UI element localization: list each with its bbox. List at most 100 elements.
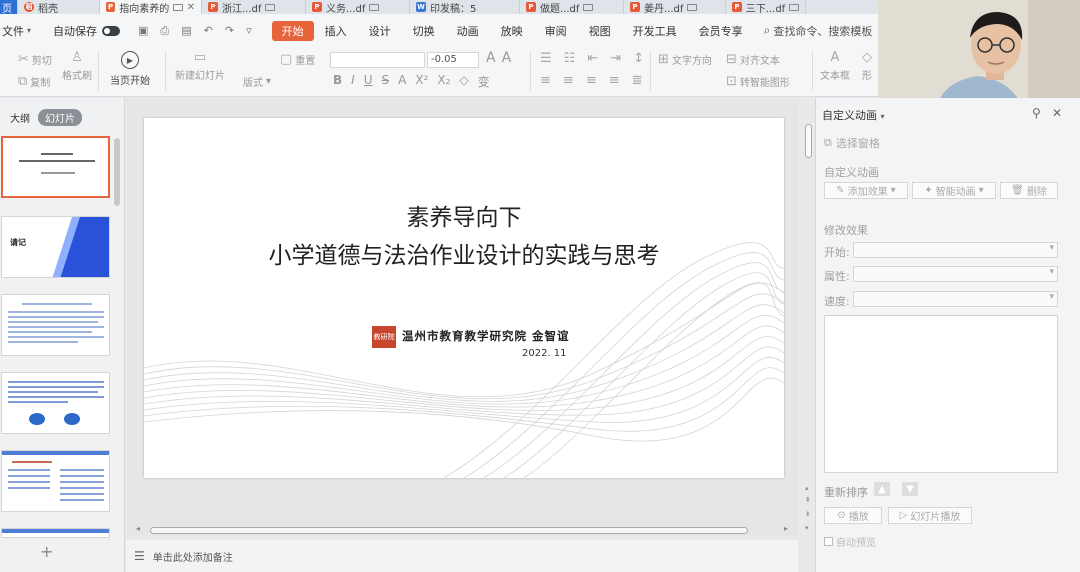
property-select[interactable]: [853, 266, 1058, 282]
home-tab[interactable]: 页: [0, 0, 18, 14]
layout-button[interactable]: 版式 ▾: [243, 74, 271, 89]
tab-transitions[interactable]: 切换: [402, 21, 446, 41]
phonetic-icon[interactable]: 变: [478, 73, 490, 90]
next-slide-icon[interactable]: ⇟: [805, 510, 811, 518]
line-spacing-icon[interactable]: ↕: [633, 52, 644, 65]
tab-pdf-5[interactable]: P 三下...df: [726, 0, 806, 14]
numbered-list-icon[interactable]: ☷: [564, 52, 576, 65]
italic-icon[interactable]: I: [351, 73, 355, 90]
align-center-icon[interactable]: ≡: [563, 74, 574, 87]
bullet-list-icon[interactable]: ☰: [540, 52, 552, 65]
animation-list[interactable]: [824, 315, 1058, 473]
file-menu[interactable]: 文件 ▾: [0, 23, 31, 39]
delete-animation-button[interactable]: 🗑 删除: [1000, 182, 1058, 199]
text-direction-button[interactable]: ⊞ 文字方向: [658, 52, 712, 67]
font-name-select[interactable]: [330, 52, 425, 68]
smart-animation-button[interactable]: ✦ 智能动画 ▾: [912, 182, 996, 199]
autosave[interactable]: 自动保存: [53, 23, 121, 39]
tab-design[interactable]: 设计: [358, 21, 402, 41]
increase-font-icon[interactable]: A: [486, 50, 496, 66]
cut-button[interactable]: ✂ 剪切: [18, 52, 52, 67]
underline-icon[interactable]: U: [364, 73, 373, 90]
slide-thumbnail-3[interactable]: [1, 294, 110, 356]
scroll-left-icon[interactable]: ◂: [136, 524, 140, 533]
font-size-input[interactable]: -0.05: [427, 52, 479, 68]
current-slide[interactable]: 素养导向下 小学道德与法治作业设计的实践与思考 教研院 温州市教育教学研究院 金…: [144, 118, 784, 478]
font-color-icon[interactable]: A: [398, 73, 406, 90]
slide-thumbnail-2[interactable]: 请记: [1, 216, 110, 278]
tab-outline[interactable]: 大纲: [10, 110, 30, 125]
tab-pdf-1[interactable]: P 浙江...df: [202, 0, 306, 14]
speed-select[interactable]: [853, 291, 1058, 307]
command-search[interactable]: ⌕ 查找命令、搜索模板: [764, 23, 873, 39]
close-tab-icon[interactable]: ✕: [187, 2, 195, 13]
move-down-icon[interactable]: ▼: [902, 482, 918, 496]
scroll-right-icon[interactable]: ▸: [784, 524, 788, 533]
horizontal-scrollbar[interactable]: ◂ ▸: [136, 524, 788, 535]
horizontal-scroll-thumb[interactable]: [150, 527, 748, 534]
align-text-button[interactable]: ⊟ 对齐文本: [726, 52, 780, 67]
outdent-icon[interactable]: ⇤: [587, 52, 598, 65]
vertical-scroll-thumb[interactable]: [805, 124, 812, 158]
add-effect-button[interactable]: ✎ 添加效果 ▾: [824, 182, 908, 199]
select-pane-button[interactable]: ⧉ 选择窗格: [824, 135, 880, 151]
tab-animation[interactable]: 动画: [446, 21, 490, 41]
distribute-icon[interactable]: ≣: [632, 74, 643, 87]
align-left-icon[interactable]: ≡: [540, 74, 551, 87]
print-icon[interactable]: ⎙: [160, 24, 169, 38]
textbox-button[interactable]: A 文本框: [820, 51, 850, 82]
scroll-up-icon[interactable]: ▴: [805, 484, 809, 492]
slide-thumbnail-5[interactable]: [1, 450, 110, 512]
tab-pdf-2[interactable]: P 义务...df: [306, 0, 410, 14]
indent-icon[interactable]: ⇥: [610, 52, 621, 65]
superscript-icon[interactable]: X²: [415, 73, 428, 90]
autosave-toggle[interactable]: [102, 25, 121, 36]
tab-member[interactable]: 会员专享: [688, 21, 754, 41]
decrease-font-icon[interactable]: A: [502, 50, 512, 66]
add-slide-icon[interactable]: +: [40, 542, 53, 561]
format-painter-button[interactable]: ♙ 格式刷: [62, 51, 92, 82]
prev-slide-icon[interactable]: ⇞: [805, 496, 811, 504]
clear-format-icon[interactable]: ◇: [459, 73, 468, 90]
vertical-scrollbar[interactable]: ▴ ⇞ ⇟ ▾: [804, 120, 813, 540]
move-up-icon[interactable]: ▲: [874, 482, 890, 496]
play-animation-button[interactable]: ⊙ 播放: [824, 507, 882, 524]
play-from-current-button[interactable]: ▶ 当页开始: [110, 51, 150, 87]
slide-thumbnail-4[interactable]: [1, 372, 110, 434]
redo-icon[interactable]: ↷: [225, 24, 234, 38]
bold-icon[interactable]: B: [333, 73, 342, 90]
reset-button[interactable]: ▢ 重置: [280, 52, 315, 67]
undo-icon[interactable]: ↶: [204, 24, 213, 38]
tab-slides[interactable]: 幻灯片: [38, 109, 82, 126]
save-icon[interactable]: ▣: [138, 24, 148, 38]
pin-icon[interactable]: ⚲: [1032, 106, 1041, 120]
checkbox-box[interactable]: [824, 537, 833, 546]
new-slide-button[interactable]: ▭ 新建幻灯片: [175, 51, 225, 82]
tab-view[interactable]: 视图: [578, 21, 622, 41]
tab-pdf-4[interactable]: P 姜丹...df: [624, 0, 726, 14]
smartart-button[interactable]: ⊡ 转智能图形: [726, 74, 790, 89]
customize-icon[interactable]: ▿: [246, 24, 252, 38]
thumbnail-scrollbar[interactable]: [114, 138, 120, 206]
align-right-icon[interactable]: ≡: [586, 74, 597, 87]
tab-current-presentation[interactable]: P 指向素养的 ✕: [100, 0, 202, 14]
slide-thumbnail-6[interactable]: [1, 528, 110, 538]
autopreview-checkbox[interactable]: 自动预览: [824, 534, 876, 549]
justify-icon[interactable]: ≡: [609, 74, 620, 87]
tab-pdf-3[interactable]: P 做题...df: [520, 0, 624, 14]
pane-title[interactable]: 自定义动画 ▾: [822, 107, 885, 123]
tab-home[interactable]: 开始: [271, 20, 314, 41]
tab-insert[interactable]: 插入: [314, 21, 358, 41]
start-select[interactable]: [853, 242, 1058, 258]
notes-bar[interactable]: ☰ 单击此处添加备注: [126, 540, 798, 572]
tab-review[interactable]: 审阅: [534, 21, 578, 41]
slideshow-button[interactable]: ▷ 幻灯片播放: [888, 507, 972, 524]
strikethrough-icon[interactable]: S: [382, 73, 390, 90]
close-pane-icon[interactable]: ✕: [1052, 106, 1062, 120]
scroll-down-icon[interactable]: ▾: [805, 524, 809, 532]
tab-slideshow[interactable]: 放映: [490, 21, 534, 41]
tab-docer[interactable]: 稻 稻壳: [18, 0, 100, 14]
tab-doc[interactable]: W 印发稿：5: [410, 0, 520, 14]
copy-button[interactable]: ⧉ 复制: [18, 74, 50, 89]
slide-thumbnail-1[interactable]: [1, 136, 110, 198]
